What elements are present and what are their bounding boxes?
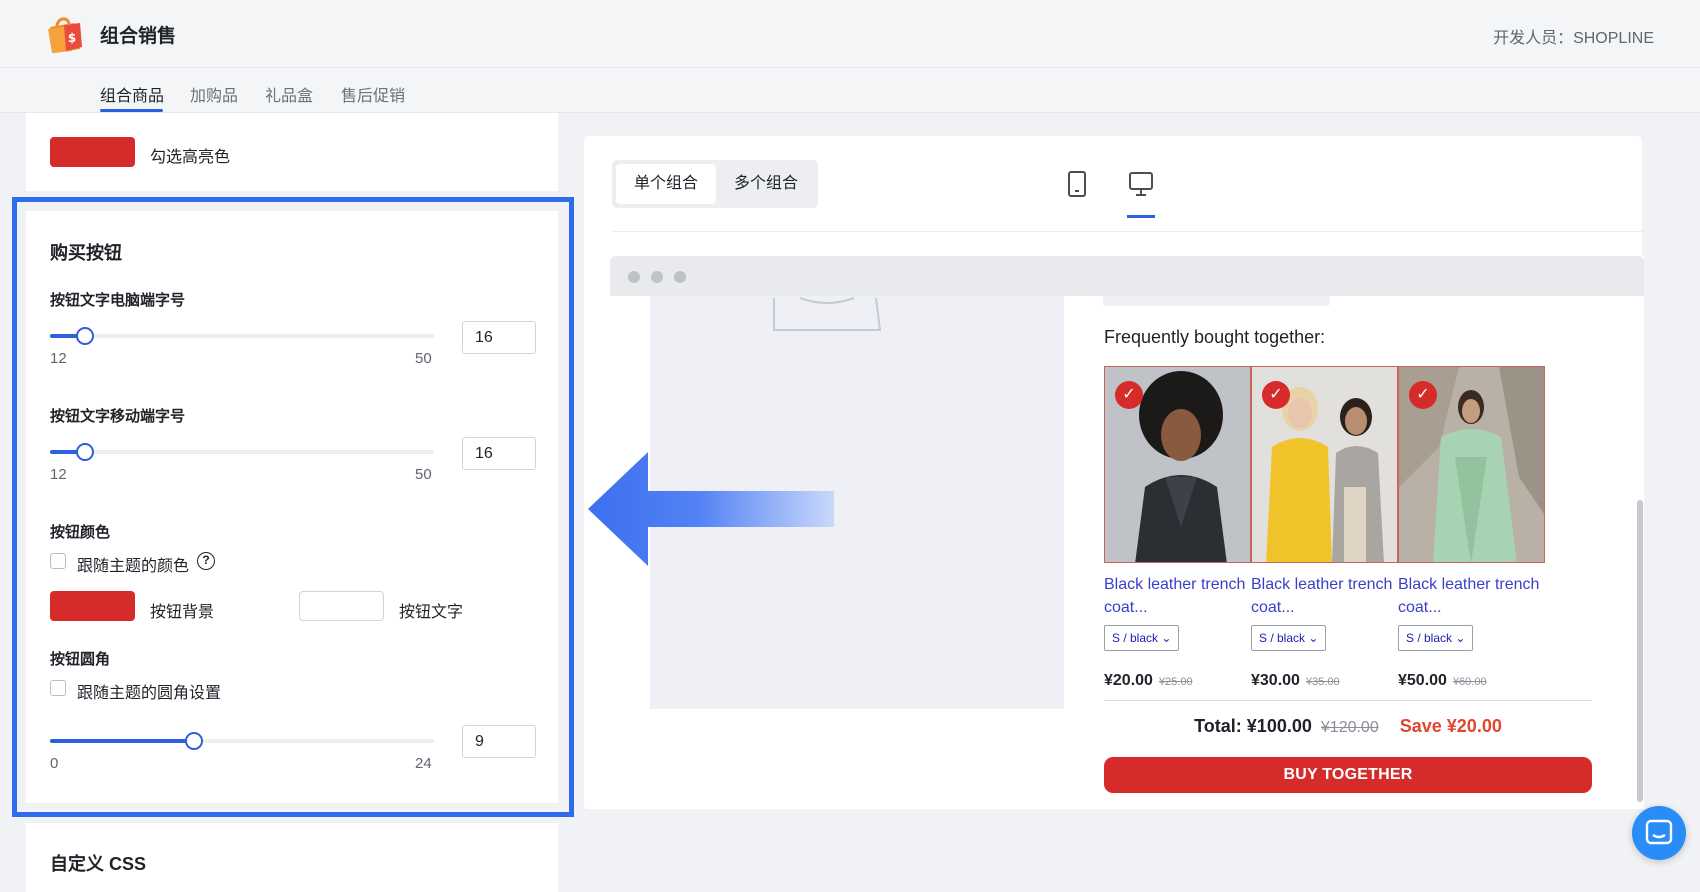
product-image[interactable]: ✓	[1104, 366, 1251, 563]
active-device-indicator	[1127, 215, 1155, 218]
app-title: 组合销售	[100, 26, 177, 47]
sale-price: ¥20.00	[1104, 672, 1153, 689]
selected-check-icon[interactable]: ✓	[1115, 381, 1143, 409]
product-name-link[interactable]: Black leather trench coat...	[1251, 573, 1401, 619]
custom-css-title: 自定义 CSS	[50, 854, 147, 874]
original-price: ¥35.00	[1305, 676, 1340, 688]
multiple-bundle-tab[interactable]: 多个组合	[716, 164, 816, 204]
developer-label: 开发人员：SHOPLINE	[1493, 30, 1654, 47]
buy-together-button[interactable]: BUY TOGETHER	[1104, 757, 1592, 793]
original-price: ¥25.00	[1158, 676, 1193, 688]
placeholder-strip	[1103, 296, 1330, 306]
tab-gift-box[interactable]: 礼品盒	[265, 82, 313, 106]
window-dot	[651, 271, 663, 283]
product-name-link[interactable]: Black leather trench coat...	[1398, 573, 1548, 619]
frequently-bought-title: Frequently bought together:	[1104, 327, 1326, 347]
chevron-down-icon: ⌄	[1161, 631, 1172, 645]
top-bar: $ 组合销售 开发人员：SHOPLINE	[0, 0, 1700, 68]
browser-title-bar	[610, 256, 1644, 296]
single-bundle-tab[interactable]: 单个组合	[616, 164, 716, 204]
highlight-color-card: 勾选高亮色	[26, 113, 558, 191]
active-tab-indicator	[100, 109, 163, 112]
original-price: ¥60.00	[1452, 676, 1487, 688]
annotation-highlight-frame	[12, 197, 574, 817]
variant-select[interactable]: S / black ⌄	[1251, 625, 1327, 651]
total-divider	[1104, 700, 1592, 701]
shopping-bag-logo-icon: $	[48, 17, 82, 53]
sale-price: ¥30.00	[1251, 672, 1300, 689]
window-dot	[628, 271, 640, 283]
variant-value: S / black	[1259, 631, 1306, 645]
total-price: Total: ¥100.00	[1194, 716, 1312, 736]
bundle-mode-toggle: 单个组合 多个组合	[612, 160, 818, 208]
preview-divider	[612, 231, 1645, 232]
chat-support-button[interactable]	[1632, 806, 1686, 860]
tab-bar: 组合商品 加购品 礼品盒 售后促销	[0, 68, 1700, 113]
total-savings: Save ¥20.00	[1399, 716, 1502, 736]
tab-post-sale-promotion[interactable]: 售后促销	[341, 82, 405, 106]
custom-css-card: 自定义 CSS	[26, 823, 558, 892]
product-image[interactable]: ✓	[1398, 366, 1545, 563]
product-image[interactable]: ✓	[1251, 366, 1398, 563]
product-price: ¥50.00 ¥60.00	[1398, 672, 1487, 690]
total-original-price: ¥120.00	[1320, 719, 1379, 736]
selected-check-icon[interactable]: ✓	[1409, 381, 1437, 409]
svg-text:$: $	[68, 31, 76, 45]
preview-scrollbar[interactable]	[1637, 500, 1643, 802]
sale-price: ¥50.00	[1398, 672, 1447, 689]
product-name-link[interactable]: Black leather trench coat...	[1104, 573, 1254, 619]
variant-select[interactable]: S / black ⌄	[1398, 625, 1474, 651]
product-price: ¥30.00 ¥35.00	[1251, 672, 1340, 690]
tab-add-on-products[interactable]: 加购品	[190, 82, 238, 106]
highlight-color-swatch[interactable]	[50, 137, 135, 167]
product-price: ¥20.00 ¥25.00	[1104, 672, 1193, 690]
variant-value: S / black	[1406, 631, 1453, 645]
chat-icon	[1645, 819, 1673, 845]
highlight-color-label: 勾选高亮色	[150, 149, 231, 166]
image-placeholder-icon	[773, 297, 882, 331]
bundle-total: Total: ¥100.00 ¥120.00 Save ¥20.00	[1104, 716, 1592, 737]
chevron-down-icon: ⌄	[1308, 631, 1319, 645]
variant-value: S / black	[1112, 631, 1159, 645]
tab-bundle-products[interactable]: 组合商品	[100, 82, 164, 106]
chevron-down-icon: ⌄	[1455, 631, 1466, 645]
window-dot	[674, 271, 686, 283]
variant-select[interactable]: S / black ⌄	[1104, 625, 1180, 651]
desktop-icon[interactable]	[1127, 170, 1155, 198]
annotation-left-arrow-icon	[588, 452, 834, 566]
selected-check-icon[interactable]: ✓	[1262, 381, 1290, 409]
mobile-icon[interactable]	[1066, 170, 1088, 198]
